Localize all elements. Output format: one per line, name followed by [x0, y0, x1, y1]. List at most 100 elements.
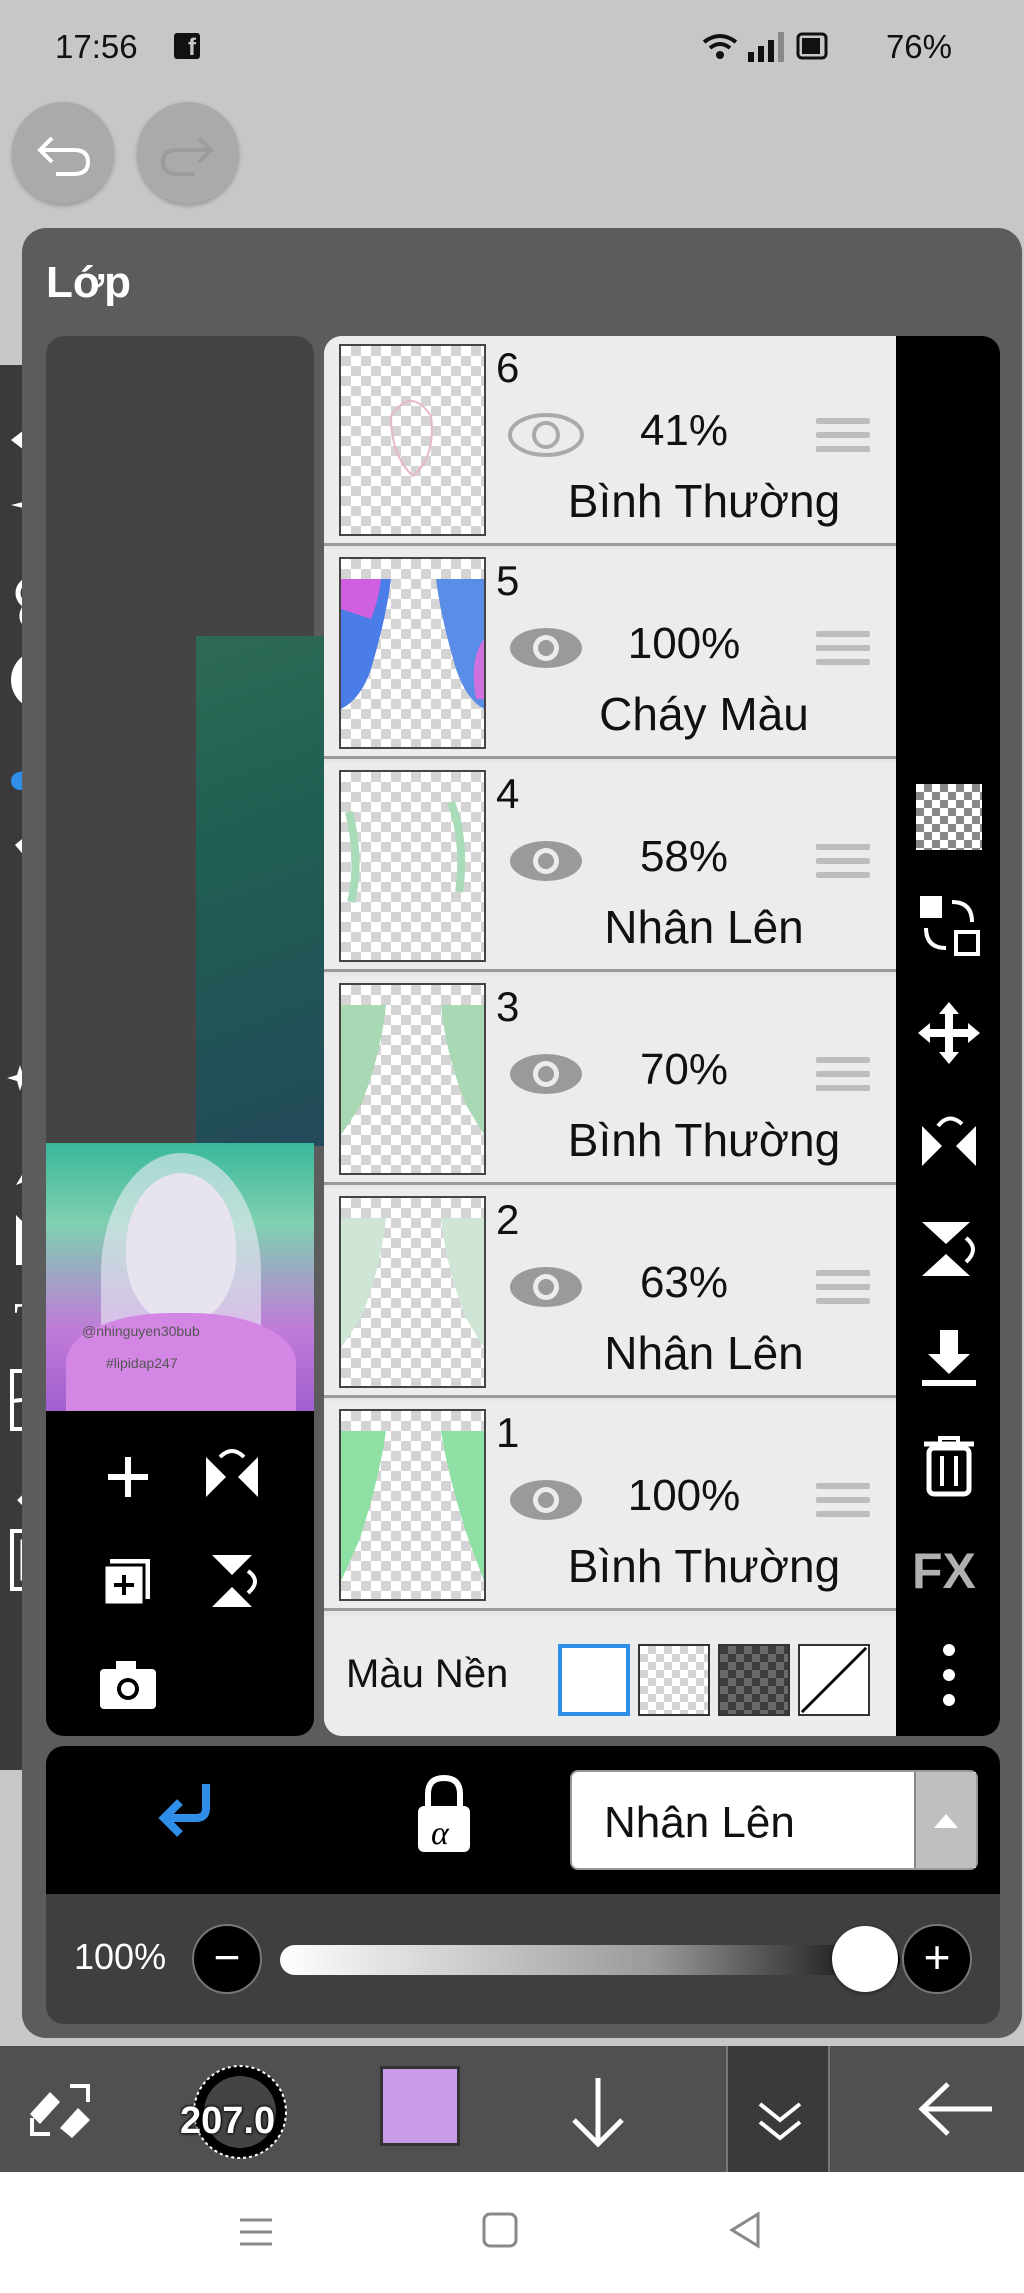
- alpha-lock-icon[interactable]: α: [404, 1770, 484, 1860]
- bg-none-swatch[interactable]: [798, 1644, 870, 1716]
- move-layer-icon[interactable]: [916, 1000, 982, 1066]
- layer-number: 2: [496, 1196, 520, 1243]
- watermark-line-2: #lipidap247: [106, 1355, 178, 1371]
- blend-mode-select[interactable]: Nhân Lên: [570, 1770, 978, 1870]
- clipping-icon[interactable]: [146, 1774, 226, 1854]
- eye-icon[interactable]: [507, 1263, 585, 1311]
- brush-size-value: 207.0: [180, 2100, 276, 2142]
- status-time: 17:56: [55, 28, 138, 65]
- layer-actions: [46, 1411, 314, 1736]
- layer-opacity: 58%: [639, 832, 729, 881]
- facebook-icon: f: [174, 33, 200, 61]
- opacity-value: 100%: [74, 1936, 167, 1977]
- layer-opacity: 70%: [639, 1045, 729, 1094]
- layer-opacity: 63%: [639, 1258, 729, 1307]
- layer-blend-mode: Nhân Lên: [604, 1327, 804, 1379]
- svg-text:α: α: [431, 1815, 450, 1852]
- battery-level: 76%: [885, 28, 952, 65]
- thumbnail-face: [126, 1173, 236, 1323]
- layer-number: 4: [496, 770, 520, 817]
- undo-button[interactable]: [12, 102, 114, 204]
- layer-tools-column: FX: [896, 336, 1000, 1736]
- eye-icon[interactable]: [507, 1050, 585, 1098]
- duplicate-layer-icon[interactable]: [88, 1541, 168, 1621]
- opacity-decrease-button[interactable]: −: [192, 1924, 262, 1994]
- layer-row-4[interactable]: 4 58% Nhân Lên: [324, 762, 896, 972]
- chevron-double-down-icon: [758, 2102, 802, 2141]
- layer-number: 1: [496, 1409, 520, 1456]
- layer-number: 3: [496, 983, 520, 1030]
- system-nav-bar: [0, 2172, 1024, 2293]
- watermark-line-1: @nhinguyen30bub: [82, 1323, 200, 1339]
- flip-horizontal-icon[interactable]: [192, 1437, 272, 1517]
- layer-thumbnail: [339, 1409, 486, 1601]
- drag-handle-icon[interactable]: [816, 844, 870, 888]
- bg-white-swatch[interactable]: [558, 1644, 630, 1716]
- transparency-icon[interactable]: [916, 784, 982, 850]
- flip-layer-horizontal-icon[interactable]: [916, 1110, 982, 1176]
- flip-vertical-icon[interactable]: [192, 1541, 272, 1621]
- camera-icon[interactable]: [88, 1645, 168, 1725]
- layer-blend-mode: Cháy Màu: [599, 688, 809, 740]
- layer-thumbnail: [339, 770, 486, 962]
- drag-handle-icon[interactable]: [816, 418, 870, 462]
- canvas-thumbnail[interactable]: @nhinguyen30bub #lipidap247: [46, 1143, 314, 1411]
- layer-thumbnail: [339, 1196, 486, 1388]
- background-color-label: Màu Nền: [346, 1652, 509, 1696]
- blend-mode-value: Nhân Lên: [604, 1798, 795, 1847]
- swap-layers-icon[interactable]: [916, 892, 982, 958]
- opacity-slider-knob[interactable]: [832, 1926, 898, 1992]
- layer-blend-mode: Bình Thường: [567, 1114, 841, 1166]
- layer-row-6[interactable]: 6 41% Bình Thường: [324, 336, 896, 546]
- add-layer-icon[interactable]: [88, 1437, 168, 1517]
- flip-layer-vertical-icon[interactable]: [916, 1216, 982, 1282]
- undo-icon: [37, 136, 91, 176]
- eye-icon[interactable]: [507, 1476, 585, 1524]
- bottom-toolbar: [0, 2046, 1024, 2172]
- panel-title: Lớp: [46, 258, 132, 307]
- layer-row-2[interactable]: 2 63% Nhân Lên: [324, 1188, 896, 1398]
- status-bar: 17:56 f 76%: [0, 0, 1024, 92]
- layers-button[interactable]: [726, 2046, 830, 2172]
- layer-fx-icon[interactable]: FX: [910, 1536, 986, 1602]
- back-arrow-icon[interactable]: [914, 2074, 998, 2144]
- signal-icons: [702, 32, 828, 62]
- background-color-row: Màu Nền: [324, 1616, 896, 1736]
- more-menu-icon[interactable]: [916, 1642, 982, 1708]
- opacity-slider-track[interactable]: [280, 1945, 900, 1975]
- eye-icon[interactable]: [507, 624, 585, 672]
- layer-thumbnail: [339, 344, 486, 536]
- merge-down-icon[interactable]: [916, 1326, 982, 1392]
- delete-layer-icon[interactable]: [916, 1432, 982, 1498]
- opacity-increase-button[interactable]: +: [902, 1924, 972, 1994]
- dropdown-arrow-icon: [914, 1772, 976, 1868]
- back-nav-icon[interactable]: [726, 2210, 766, 2250]
- bg-transparent-swatch[interactable]: [638, 1644, 710, 1716]
- drag-handle-icon[interactable]: [816, 631, 870, 675]
- eye-icon[interactable]: [507, 837, 585, 885]
- svg-text:FX: FX: [912, 1543, 976, 1599]
- arrow-down-icon[interactable]: [560, 2072, 636, 2152]
- layer-blend-mode: Nhân Lên: [604, 901, 804, 953]
- bg-dark-checker-swatch[interactable]: [718, 1644, 790, 1716]
- canvas-peek: [196, 636, 326, 1146]
- layer-opacity: 100%: [627, 619, 741, 668]
- layer-number: 6: [496, 344, 520, 391]
- layer-number: 5: [496, 557, 520, 604]
- recents-icon[interactable]: [236, 2212, 276, 2252]
- eye-icon[interactable]: [507, 411, 585, 459]
- drag-handle-icon[interactable]: [816, 1483, 870, 1527]
- layer-thumbnail: [339, 983, 486, 1175]
- drag-handle-icon[interactable]: [816, 1057, 870, 1101]
- layer-row-3[interactable]: 3 70% Bình Thường: [324, 975, 896, 1185]
- home-icon[interactable]: [480, 2210, 520, 2250]
- current-color-swatch[interactable]: [380, 2066, 460, 2146]
- layer-row-1[interactable]: 1 100% Bình Thường: [324, 1401, 896, 1611]
- transform-tool-icon[interactable]: [20, 2074, 100, 2144]
- layer-thumbnail: [339, 557, 486, 749]
- redo-button[interactable]: [137, 102, 239, 204]
- layer-blend-mode: Bình Thường: [567, 475, 841, 527]
- drag-handle-icon[interactable]: [816, 1270, 870, 1314]
- layer-row-5[interactable]: 5 100% Cháy Màu: [324, 549, 896, 759]
- layer-opacity: 41%: [639, 406, 729, 455]
